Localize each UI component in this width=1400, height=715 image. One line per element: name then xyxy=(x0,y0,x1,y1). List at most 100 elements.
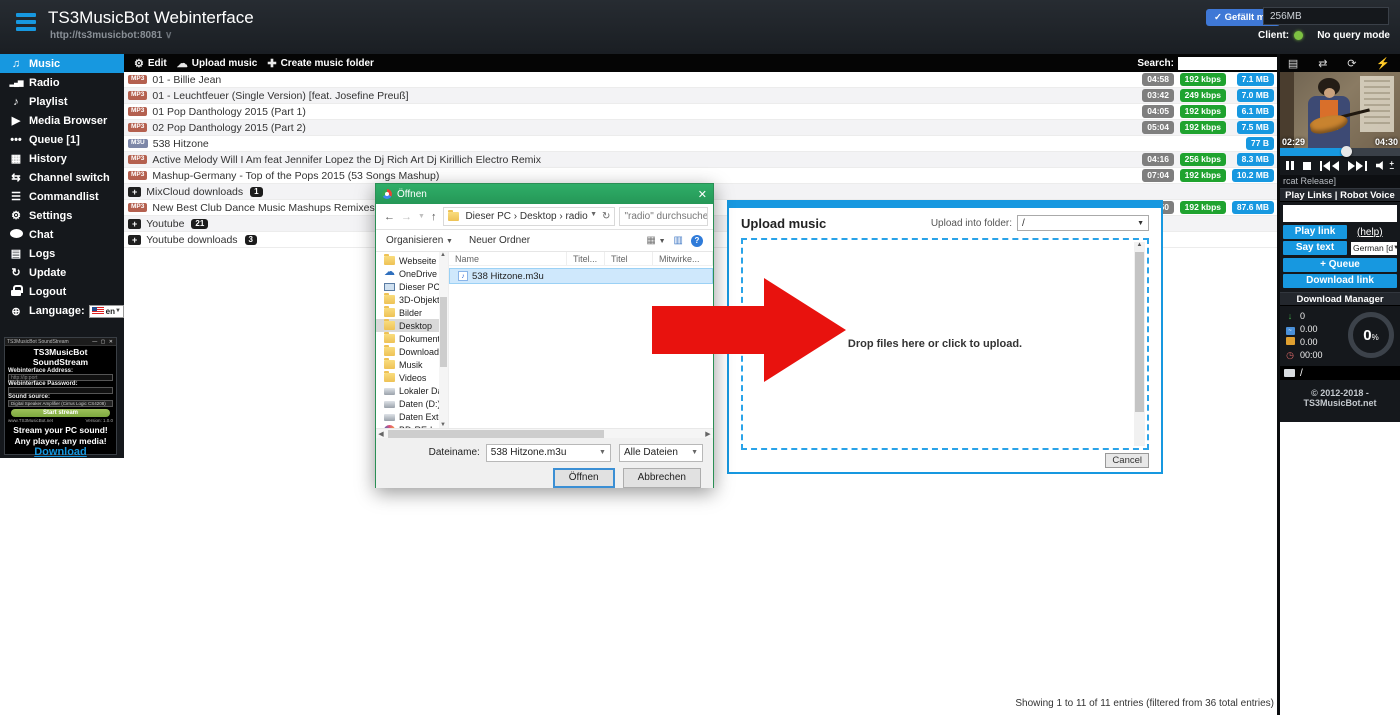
refresh-icon[interactable]: ↻ xyxy=(602,211,610,222)
volume-button[interactable]: +− xyxy=(1376,161,1394,171)
shuffle-icon[interactable]: ⇄ xyxy=(1318,57,1327,70)
seek-knob[interactable] xyxy=(1341,146,1352,157)
sidebar-item-chat[interactable]: Chat xyxy=(0,225,124,244)
lightning-icon[interactable]: ⚡ xyxy=(1376,57,1390,70)
dropzone-scrollbar[interactable]: ▲ xyxy=(1134,242,1145,446)
tree-item-onedrive[interactable]: OneDrive xyxy=(376,267,448,280)
tree-item-bd-re-laufwerk[interactable]: BD-RE-Laufwerk xyxy=(376,423,448,428)
help-link[interactable]: (help) xyxy=(1357,227,1383,238)
video-thumbnail[interactable]: 02:29 04:30 xyxy=(1280,72,1400,148)
sidebar-item-queue-1[interactable]: ••• Queue [1] xyxy=(0,130,124,149)
tree-scrollbar[interactable]: ▲▼ xyxy=(439,252,448,428)
filename-input[interactable]: 538 Hitzone.m3u▼ xyxy=(486,444,611,462)
edit-button[interactable]: ⚙Edit xyxy=(134,57,167,70)
memory-input[interactable] xyxy=(1263,7,1389,25)
link-input[interactable] xyxy=(1283,205,1397,222)
create-music-folder-button[interactable]: ✚Create music folder xyxy=(267,57,374,70)
previous-button[interactable] xyxy=(1320,161,1339,171)
column-header-titel[interactable]: Titel xyxy=(605,252,653,265)
sidebar-item-radio[interactable]: ▂▄▆ Radio xyxy=(0,73,124,92)
forward-icon[interactable]: → xyxy=(401,211,412,223)
cancel-button[interactable]: Cancel xyxy=(1105,453,1149,468)
track-row[interactable]: MP3 01 - Leuchtfeuer (Single Version) [f… xyxy=(124,88,1278,104)
filetype-select[interactable]: Alle Dateien▼ xyxy=(619,444,703,462)
sidebar-item-update[interactable]: ↻ Update xyxy=(0,263,124,282)
track-row[interactable]: MP3 01 - Billie Jean 04:58 192 kbps 7.1 … xyxy=(124,72,1278,88)
play-link-button[interactable]: Play link xyxy=(1283,225,1347,239)
track-row[interactable]: MP3 Active Melody Will I Am feat Jennife… xyxy=(124,152,1278,168)
column-header-mitwirke[interactable]: Mitwirke... xyxy=(653,252,713,265)
upload-folder-select[interactable]: / ▼ xyxy=(1017,215,1149,231)
repeat-icon[interactable]: ⟳ xyxy=(1347,57,1356,70)
add-queue-button[interactable]: + Queue xyxy=(1283,258,1397,272)
tree-item-dieser-pc[interactable]: Dieser PC xyxy=(376,280,448,293)
preview-pane-icon[interactable]: ▥ xyxy=(674,235,683,246)
track-title: MixCloud downloads xyxy=(146,186,243,198)
next-button[interactable] xyxy=(1348,161,1367,171)
up-icon[interactable]: ↑ xyxy=(431,211,437,223)
abort-button[interactable]: Abbrechen xyxy=(623,468,701,488)
track-row[interactable]: MP3 01 Pop Danthology 2015 (Part 1) 04:0… xyxy=(124,104,1278,120)
filesize-badge: 77 B xyxy=(1246,137,1274,149)
sidebar-item-settings[interactable]: ⚙ Settings xyxy=(0,206,124,225)
new-folder-button[interactable]: Neuer Ordner xyxy=(469,235,530,246)
back-icon[interactable]: ← xyxy=(384,211,395,223)
soundstream-source-select[interactable]: Digital Speaker Amplifier (Cirrus Logic … xyxy=(8,400,113,407)
organize-menu[interactable]: Organisieren ▼ xyxy=(386,235,453,246)
chevron-down-icon: ▼ xyxy=(599,449,606,456)
sidebar-item-music[interactable]: ♫ Music xyxy=(0,54,124,73)
search-input[interactable] xyxy=(1178,57,1278,70)
sidebar-item-logs[interactable]: ▤ Logs xyxy=(0,244,124,263)
language-select[interactable]: en ▼ xyxy=(89,305,124,318)
track-row[interactable]: MP3 Mashup-Germany - Top of the Pops 201… xyxy=(124,168,1278,184)
tree-item-musik[interactable]: Musik xyxy=(376,358,448,371)
stop-button[interactable] xyxy=(1303,162,1311,170)
breadcrumb[interactable]: Dieser PC › Desktop › radio ▼↻ xyxy=(443,207,615,226)
soundstream-address-input[interactable]: http://ip:port xyxy=(8,374,113,381)
tree-item-desktop[interactable]: Desktop xyxy=(376,319,448,332)
tree-item-3d-objekte[interactable]: 3D-Objekte xyxy=(376,293,448,306)
history-dropdown-icon[interactable]: ▼ xyxy=(418,213,425,220)
media-icon: ▶ xyxy=(7,114,25,127)
tree-item-videos[interactable]: Videos xyxy=(376,371,448,384)
column-header-titel[interactable]: Titel... xyxy=(567,252,605,265)
close-icon[interactable]: ✕ xyxy=(698,188,707,201)
track-row[interactable]: M3U 538 Hitzone 77 B xyxy=(124,136,1278,152)
horizontal-scrollbar[interactable]: ◀▶ xyxy=(376,428,713,438)
download-link[interactable]: Download xyxy=(5,446,116,458)
dialog-search-box[interactable]: "radio" durchsuchen xyxy=(619,207,708,226)
chevron-down-icon[interactable]: ▼ xyxy=(590,211,597,222)
tree-item-daten-externe-fe[interactable]: Daten Externe Fe xyxy=(376,410,448,423)
track-type-badge: MP3 xyxy=(128,123,147,132)
sidebar-item-history[interactable]: ▦ History xyxy=(0,149,124,168)
gear-icon: ⚙ xyxy=(134,57,144,70)
tree-item-lokaler-datentr[interactable]: Lokaler Datenträ xyxy=(376,384,448,397)
sidebar-item-channel-switch[interactable]: ⇆ Channel switch xyxy=(0,168,124,187)
pause-button[interactable] xyxy=(1286,161,1294,170)
sidebar-item-commandlist[interactable]: ☰ Commandlist xyxy=(0,187,124,206)
tree-item-bilder[interactable]: Bilder xyxy=(376,306,448,319)
sidebar-item-playlist[interactable]: ♪ Playlist xyxy=(0,92,124,111)
sidebar-item-logout[interactable]: Logout xyxy=(0,282,124,301)
upload-music-button[interactable]: ☁Upload music xyxy=(177,57,258,70)
soundstream-password-input[interactable] xyxy=(8,387,113,394)
menu-icon[interactable] xyxy=(16,13,36,31)
view-options-icon[interactable]: ▦ ▼ xyxy=(646,235,665,246)
column-header-name[interactable]: Name xyxy=(449,252,567,265)
download-link-button[interactable]: Download link xyxy=(1283,274,1397,288)
tree-item-daten-d[interactable]: Daten (D:) xyxy=(376,397,448,410)
tree-item-dokumente[interactable]: Dokumente xyxy=(376,332,448,345)
track-row[interactable]: MP3 02 Pop Danthology 2015 (Part 2) 05:0… xyxy=(124,120,1278,136)
tree-item-downloads[interactable]: Downloads xyxy=(376,345,448,358)
server-url[interactable]: http://ts3musicbot:8081 ∨ xyxy=(50,30,172,41)
voice-language-select[interactable]: German [d▼ xyxy=(1351,242,1397,255)
volume-down[interactable]: − xyxy=(1389,166,1394,171)
say-text-button[interactable]: Say text xyxy=(1283,241,1347,255)
queue-list-icon[interactable]: ▤ xyxy=(1288,57,1298,70)
download-stat: ~ 0.00 xyxy=(1284,323,1348,335)
seek-bar[interactable] xyxy=(1280,148,1400,156)
open-button[interactable]: Öffnen xyxy=(553,468,615,488)
sidebar-item-media-browser[interactable]: ▶ Media Browser xyxy=(0,111,124,130)
start-stream-button[interactable]: Start stream xyxy=(11,409,110,417)
help-icon[interactable]: ? xyxy=(691,235,703,247)
